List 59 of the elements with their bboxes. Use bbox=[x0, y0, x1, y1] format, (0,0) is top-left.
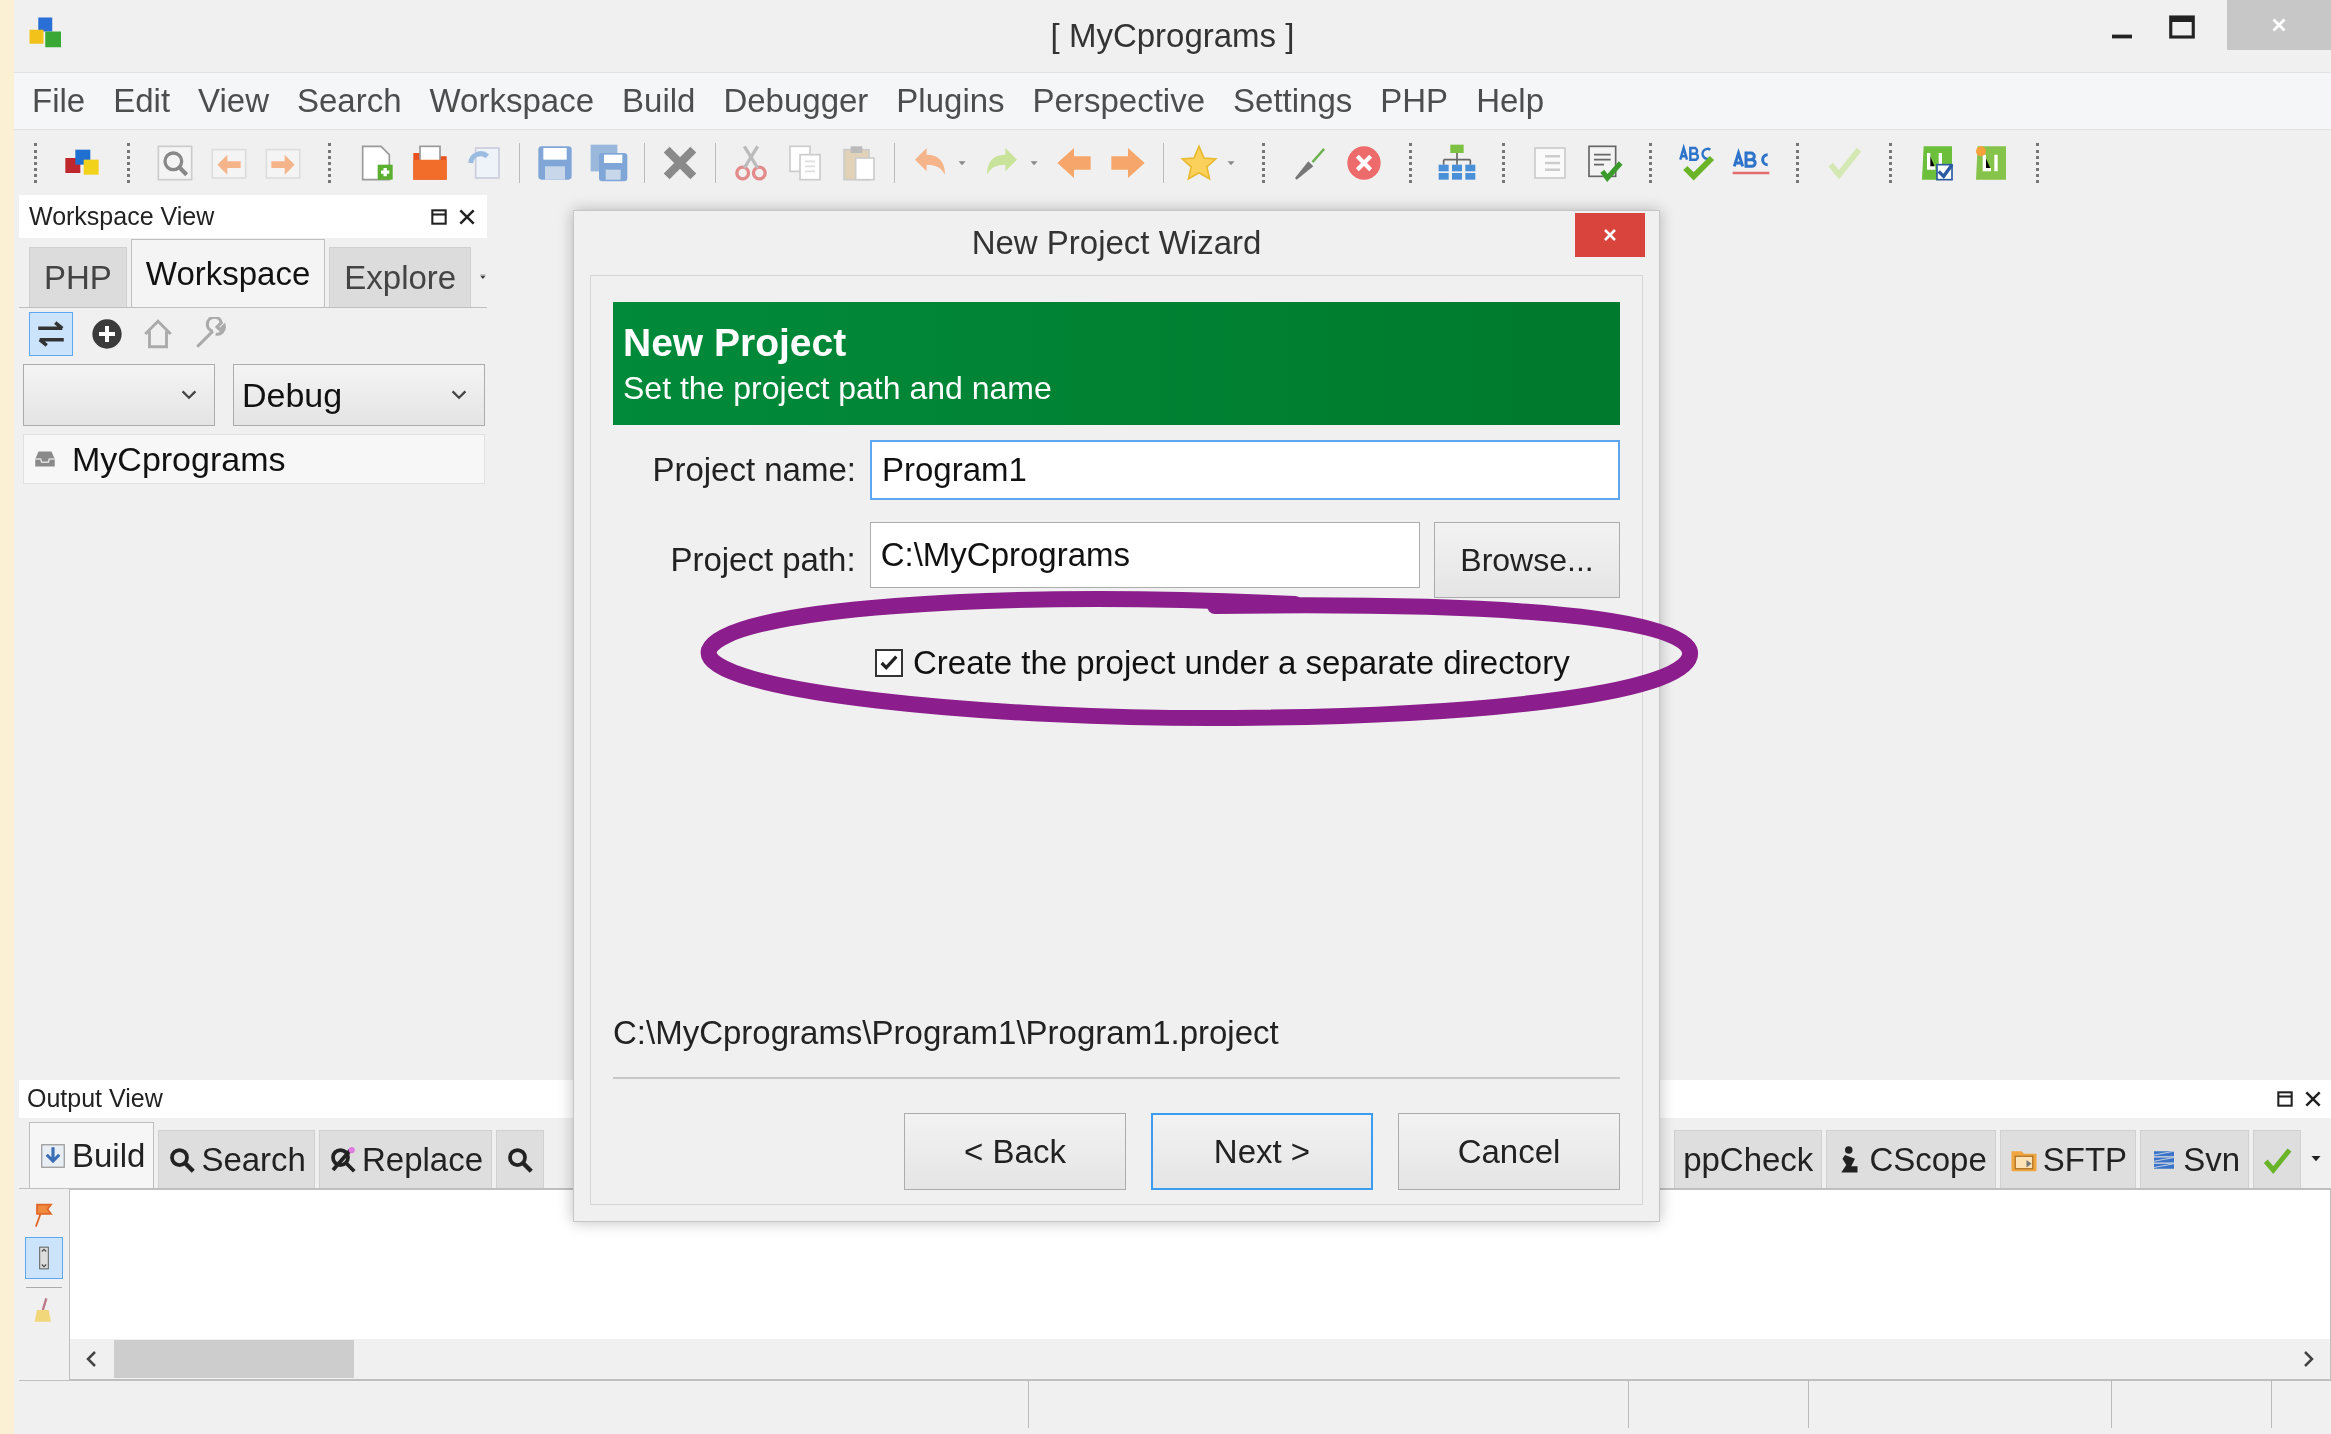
project-dropdown[interactable] bbox=[23, 364, 215, 426]
close-button[interactable] bbox=[1575, 213, 1645, 257]
scroll-lock-toggle[interactable] bbox=[25, 1237, 63, 1279]
menu-item[interactable]: Debugger bbox=[709, 76, 883, 126]
menu-item[interactable]: Help bbox=[1462, 76, 1558, 126]
browse-button[interactable]: Browse... bbox=[1434, 522, 1620, 598]
tree-item-label: MyCprograms bbox=[72, 438, 286, 480]
tab[interactable]: PHP bbox=[29, 247, 127, 307]
horizontal-scrollbar[interactable] bbox=[70, 1339, 2330, 1379]
panel-title: Output View bbox=[27, 1083, 163, 1115]
menu-item[interactable]: View bbox=[184, 76, 283, 126]
tab[interactable]: ppCheck bbox=[1674, 1130, 1823, 1188]
dialog-button[interactable]: Next > bbox=[1151, 1113, 1373, 1190]
scrollbar-thumb[interactable] bbox=[114, 1340, 354, 1378]
dialog-button[interactable]: Cancel bbox=[1398, 1113, 1620, 1190]
menu-item[interactable]: Build bbox=[608, 76, 710, 126]
menu-item[interactable]: Plugins bbox=[882, 76, 1019, 126]
checkbox-label[interactable]: Create the project under a separate directory bbox=[913, 638, 1570, 688]
tab[interactable] bbox=[496, 1130, 545, 1188]
menu-item[interactable]: Perspective bbox=[1018, 76, 1219, 126]
maximize-icon[interactable] bbox=[2167, 12, 2197, 42]
tab[interactable]: CScope bbox=[1826, 1130, 1996, 1188]
tab[interactable]: Explore bbox=[329, 247, 472, 307]
close-icon[interactable] bbox=[2303, 1089, 2323, 1109]
hierarchy-icon[interactable] bbox=[1437, 142, 1477, 183]
link-toggle-button[interactable] bbox=[29, 312, 73, 356]
tab[interactable]: Workspace bbox=[130, 239, 326, 307]
wrench-icon[interactable] bbox=[193, 317, 227, 351]
text-field[interactable]: Program1 bbox=[870, 440, 1620, 500]
checkbox[interactable] bbox=[875, 648, 903, 677]
dialog-button[interactable]: < Back bbox=[904, 1113, 1126, 1190]
tab[interactable]: SFTP bbox=[1999, 1130, 2137, 1188]
tab[interactable]: Search bbox=[158, 1130, 315, 1188]
project-file-path: C:\MyCprograms\Program1\Program1.project bbox=[613, 1012, 1280, 1053]
tab[interactable]: Svn bbox=[2140, 1130, 2249, 1188]
field-label: Project name: bbox=[651, 450, 857, 491]
star-icon[interactable] bbox=[1179, 142, 1219, 183]
add-circle-icon[interactable] bbox=[91, 318, 123, 350]
restore-icon[interactable] bbox=[429, 206, 449, 227]
menu-item[interactable]: PHP bbox=[1366, 76, 1463, 126]
menu-item[interactable]: Settings bbox=[1219, 76, 1367, 126]
restore-icon[interactable] bbox=[2275, 1089, 2295, 1109]
menu-item[interactable]: Workspace bbox=[415, 76, 608, 126]
tab[interactable]: Replace bbox=[318, 1130, 493, 1188]
field-label: Project path: bbox=[669, 540, 857, 581]
config-dropdown[interactable]: Debug bbox=[233, 364, 485, 426]
save-all-icon[interactable] bbox=[589, 142, 629, 183]
banner-title: New Project bbox=[623, 320, 848, 367]
menu-item[interactable]: File bbox=[18, 76, 100, 126]
window-title: [ MyCprograms ] bbox=[1050, 16, 1295, 57]
spell-check-icon[interactable] bbox=[1677, 142, 1717, 183]
tab[interactable]: Build bbox=[29, 1122, 155, 1188]
menu-item[interactable]: Search bbox=[283, 76, 416, 126]
menu-item[interactable]: Edit bbox=[99, 76, 185, 126]
tree-item[interactable]: MyCprograms bbox=[23, 434, 485, 484]
dialog-title: New Project Wizard bbox=[971, 223, 1262, 264]
banner-subtitle: Set the project path and name bbox=[623, 368, 1053, 408]
text-field[interactable]: C:\MyCprograms bbox=[869, 522, 1421, 588]
panel-title: Workspace View bbox=[29, 200, 215, 232]
